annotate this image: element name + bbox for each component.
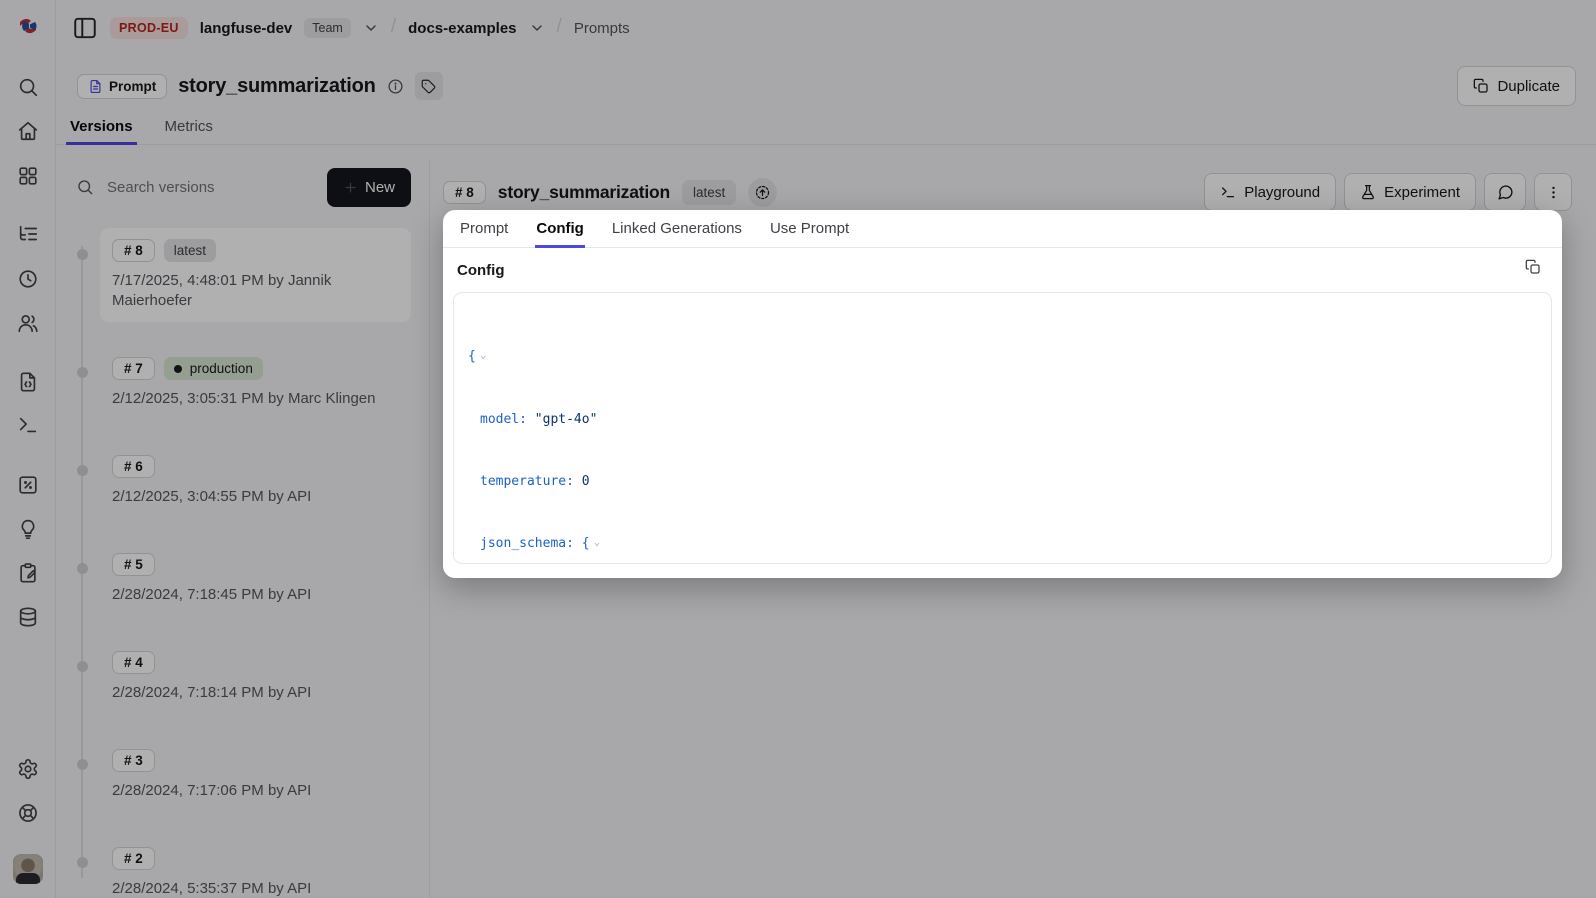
- json-value: "gpt-4o": [535, 412, 598, 427]
- json-value: 0: [582, 474, 590, 489]
- card-tabs: Prompt Config Linked Generations Use Pro…: [443, 210, 1562, 248]
- config-section-header: Config: [443, 248, 1562, 290]
- prompt-detail-card: Prompt Config Linked Generations Use Pro…: [443, 210, 1562, 578]
- tab-prompt[interactable]: Prompt: [459, 220, 509, 247]
- collapse-chevron-icon[interactable]: ⌄: [590, 532, 601, 553]
- tab-linked-generations[interactable]: Linked Generations: [611, 220, 743, 247]
- json-key: temperature:: [480, 474, 582, 489]
- tab-config[interactable]: Config: [535, 220, 584, 247]
- collapse-chevron-icon[interactable]: ⌄: [476, 345, 487, 366]
- config-json-viewer[interactable]: {⌄ model:"gpt-4o" temperature:0 json_sch…: [453, 292, 1552, 564]
- json-key: model:: [480, 412, 535, 427]
- copy-icon: [1525, 259, 1541, 275]
- copy-config-button[interactable]: [1525, 259, 1547, 281]
- tab-use-prompt[interactable]: Use Prompt: [769, 220, 850, 247]
- config-section-title: Config: [457, 262, 504, 279]
- json-key: json_schema:: [480, 536, 582, 551]
